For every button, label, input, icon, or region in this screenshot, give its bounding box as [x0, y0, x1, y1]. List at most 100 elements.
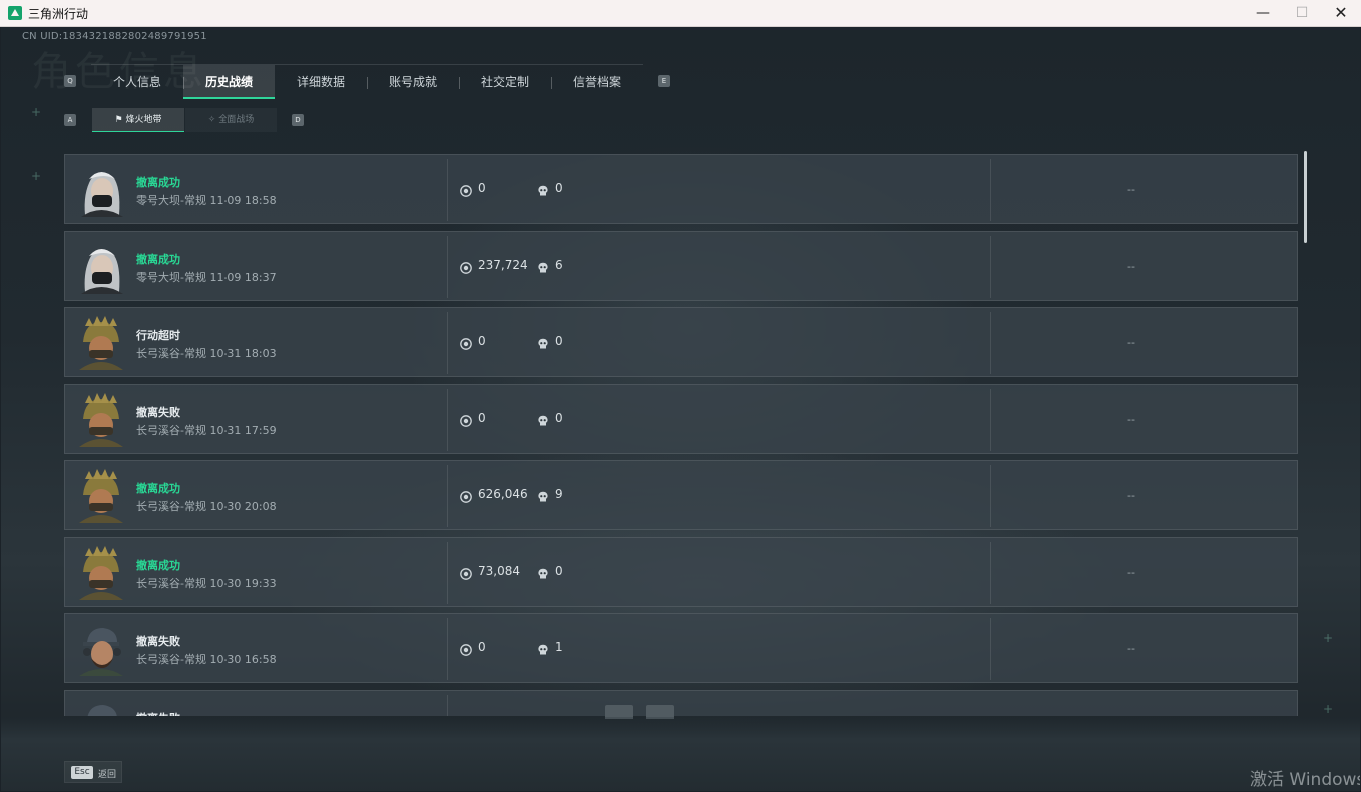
- warfare-icon: ✧: [207, 115, 216, 125]
- coin-icon: [460, 412, 472, 427]
- match-extra: --: [1127, 412, 1135, 426]
- row-divider: [447, 465, 448, 527]
- tab-next-key[interactable]: E: [658, 75, 670, 87]
- subtab-prev-key[interactable]: A: [64, 114, 76, 126]
- match-kills: 1: [555, 640, 563, 654]
- match-result: 撤离失败: [136, 405, 180, 419]
- match-kills: 0: [555, 410, 563, 425]
- match-result: 撤离失败: [136, 710, 180, 717]
- coin-icon: [460, 335, 472, 350]
- skull-icon: [537, 259, 549, 272]
- row-divider: [990, 312, 991, 374]
- crosshair-decoration-icon: +: [31, 169, 42, 183]
- tab-reputation[interactable]: 信誉档案: [551, 73, 643, 99]
- match-value: 0: [478, 640, 486, 654]
- subtab-warfare[interactable]: ✧ 全面战场: [185, 108, 277, 132]
- row-divider: [990, 388, 991, 451]
- skull-icon: [537, 641, 549, 655]
- match-row[interactable]: 撤离失败长弓溪谷-常规 10-30 16:58 0 1 --: [64, 613, 1298, 683]
- main-tabbar: 个人信息 历史战绩 详细数据 账号成就 社交定制 信誉档案: [91, 64, 643, 99]
- footer-bar: [1, 717, 1360, 791]
- row-divider: [990, 159, 991, 221]
- tab-achievements[interactable]: 账号成就: [367, 73, 459, 99]
- operations-icon: ⚑: [114, 115, 123, 125]
- match-history-list[interactable]: 撤离成功 零号大坝-常规 11-09 18:58 0 0 -- 撤离成功 零号大坝-常规 1…: [64, 151, 1299, 716]
- match-value: 237,724: [478, 257, 528, 272]
- coin-icon: [460, 182, 472, 197]
- row-divider: [447, 694, 448, 716]
- operator-avatar: [75, 545, 127, 600]
- row-divider: [447, 159, 448, 221]
- windows-activation-watermark: 激活 Windows: [1250, 770, 1360, 790]
- match-extra: --: [1127, 259, 1135, 273]
- tab-match-history[interactable]: 历史战绩: [183, 65, 275, 99]
- match-kills: 0: [555, 334, 563, 348]
- subtab-operations[interactable]: ⚑ 烽火地带: [92, 108, 184, 132]
- match-extra: --: [1127, 565, 1135, 579]
- tab-social[interactable]: 社交定制: [459, 73, 551, 99]
- window-titlebar: 三角洲行动 — ☐ ✕: [0, 0, 1361, 27]
- row-divider: [447, 235, 448, 298]
- match-kills: 6: [555, 257, 563, 272]
- tab-prev-key[interactable]: Q: [64, 75, 76, 87]
- row-divider: [990, 465, 991, 527]
- esc-key: Esc: [71, 766, 93, 779]
- back-label: 返回: [98, 770, 117, 780]
- match-map-time: 长弓溪谷-常规 10-31 18:03: [136, 347, 277, 360]
- match-value: 626,046: [478, 487, 528, 501]
- row-divider: [447, 388, 448, 451]
- row-divider: [447, 618, 448, 680]
- operator-avatar: [75, 163, 127, 217]
- match-map-time: 长弓溪谷-常规 10-31 17:59: [136, 423, 277, 437]
- match-result: 撤离成功: [136, 252, 180, 266]
- match-result: 行动超时: [136, 329, 180, 342]
- close-button[interactable]: ✕: [1321, 0, 1361, 26]
- minimize-button[interactable]: —: [1243, 0, 1283, 26]
- crosshair-decoration-icon: +: [31, 105, 42, 119]
- operator-avatar: [75, 240, 127, 294]
- operator-avatar: [75, 392, 127, 447]
- match-map-time: 长弓溪谷-常规 10-30 16:58: [136, 653, 277, 666]
- row-divider: [990, 235, 991, 298]
- match-extra: --: [1127, 489, 1135, 502]
- skull-icon: [537, 412, 549, 425]
- tab-personal-info[interactable]: 个人信息: [91, 73, 183, 99]
- match-result: 撤离成功: [136, 482, 180, 495]
- coin-icon: [460, 488, 472, 503]
- row-divider: [447, 541, 448, 604]
- tab-detailed-data[interactable]: 详细数据: [275, 73, 367, 99]
- match-extra: --: [1127, 183, 1135, 196]
- game-scene: 角色信息 CN UID:1834321882802489791951 + + +…: [1, 27, 1360, 791]
- match-kills: 9: [555, 487, 563, 501]
- match-result: 撤离成功: [136, 558, 180, 572]
- list-scrollbar[interactable]: [1304, 151, 1307, 243]
- match-map-time: 长弓溪谷-常规 10-30 19:33: [136, 576, 277, 590]
- operator-avatar: [75, 469, 127, 523]
- match-row[interactable]: 撤离成功零号大坝-常规 11-09 18:37 237,724 6 --: [64, 230, 1298, 301]
- operator-avatar: [75, 316, 127, 370]
- match-row[interactable]: 撤离成功 零号大坝-常规 11-09 18:58 0 0 --: [64, 154, 1298, 224]
- match-row[interactable]: 撤离失败 长弓溪谷-常规 10-31 17:59 0 0 --: [64, 383, 1298, 454]
- row-divider: [990, 618, 991, 680]
- match-value: 73,084: [478, 563, 520, 578]
- subtab-operations-label: 烽火地带: [125, 115, 162, 125]
- back-button[interactable]: Esc 返回: [64, 761, 122, 783]
- match-map-time: 零号大坝-常规 11-09 18:37: [136, 270, 277, 284]
- match-result: 撤离成功: [136, 176, 180, 189]
- match-row[interactable]: 行动超时 长弓溪谷-常规 10-31 18:03 0 0 --: [64, 307, 1298, 377]
- match-row[interactable]: 撤离成功 长弓溪谷-常规 10-30 19:33 73,084 0 --: [64, 536, 1298, 607]
- operator-avatar: [75, 622, 127, 676]
- match-row[interactable]: 撤离成功 长弓溪谷-常规 10-30 20:08 626,046 9 --: [64, 460, 1298, 530]
- crosshair-decoration-icon: +: [1323, 702, 1334, 716]
- match-extra: --: [1127, 336, 1135, 349]
- coin-icon: [460, 565, 472, 580]
- match-row[interactable]: 撤离失败: [64, 689, 1298, 717]
- skull-icon: [537, 488, 549, 502]
- operator-avatar: [75, 699, 127, 716]
- match-result: 撤离失败: [136, 635, 180, 648]
- subtab-warfare-label: 全面战场: [218, 115, 255, 125]
- match-extra: --: [1127, 642, 1135, 655]
- crosshair-decoration-icon: +: [1323, 631, 1334, 645]
- maximize-button[interactable]: ☐: [1282, 0, 1322, 26]
- subtab-next-key[interactable]: D: [292, 114, 304, 126]
